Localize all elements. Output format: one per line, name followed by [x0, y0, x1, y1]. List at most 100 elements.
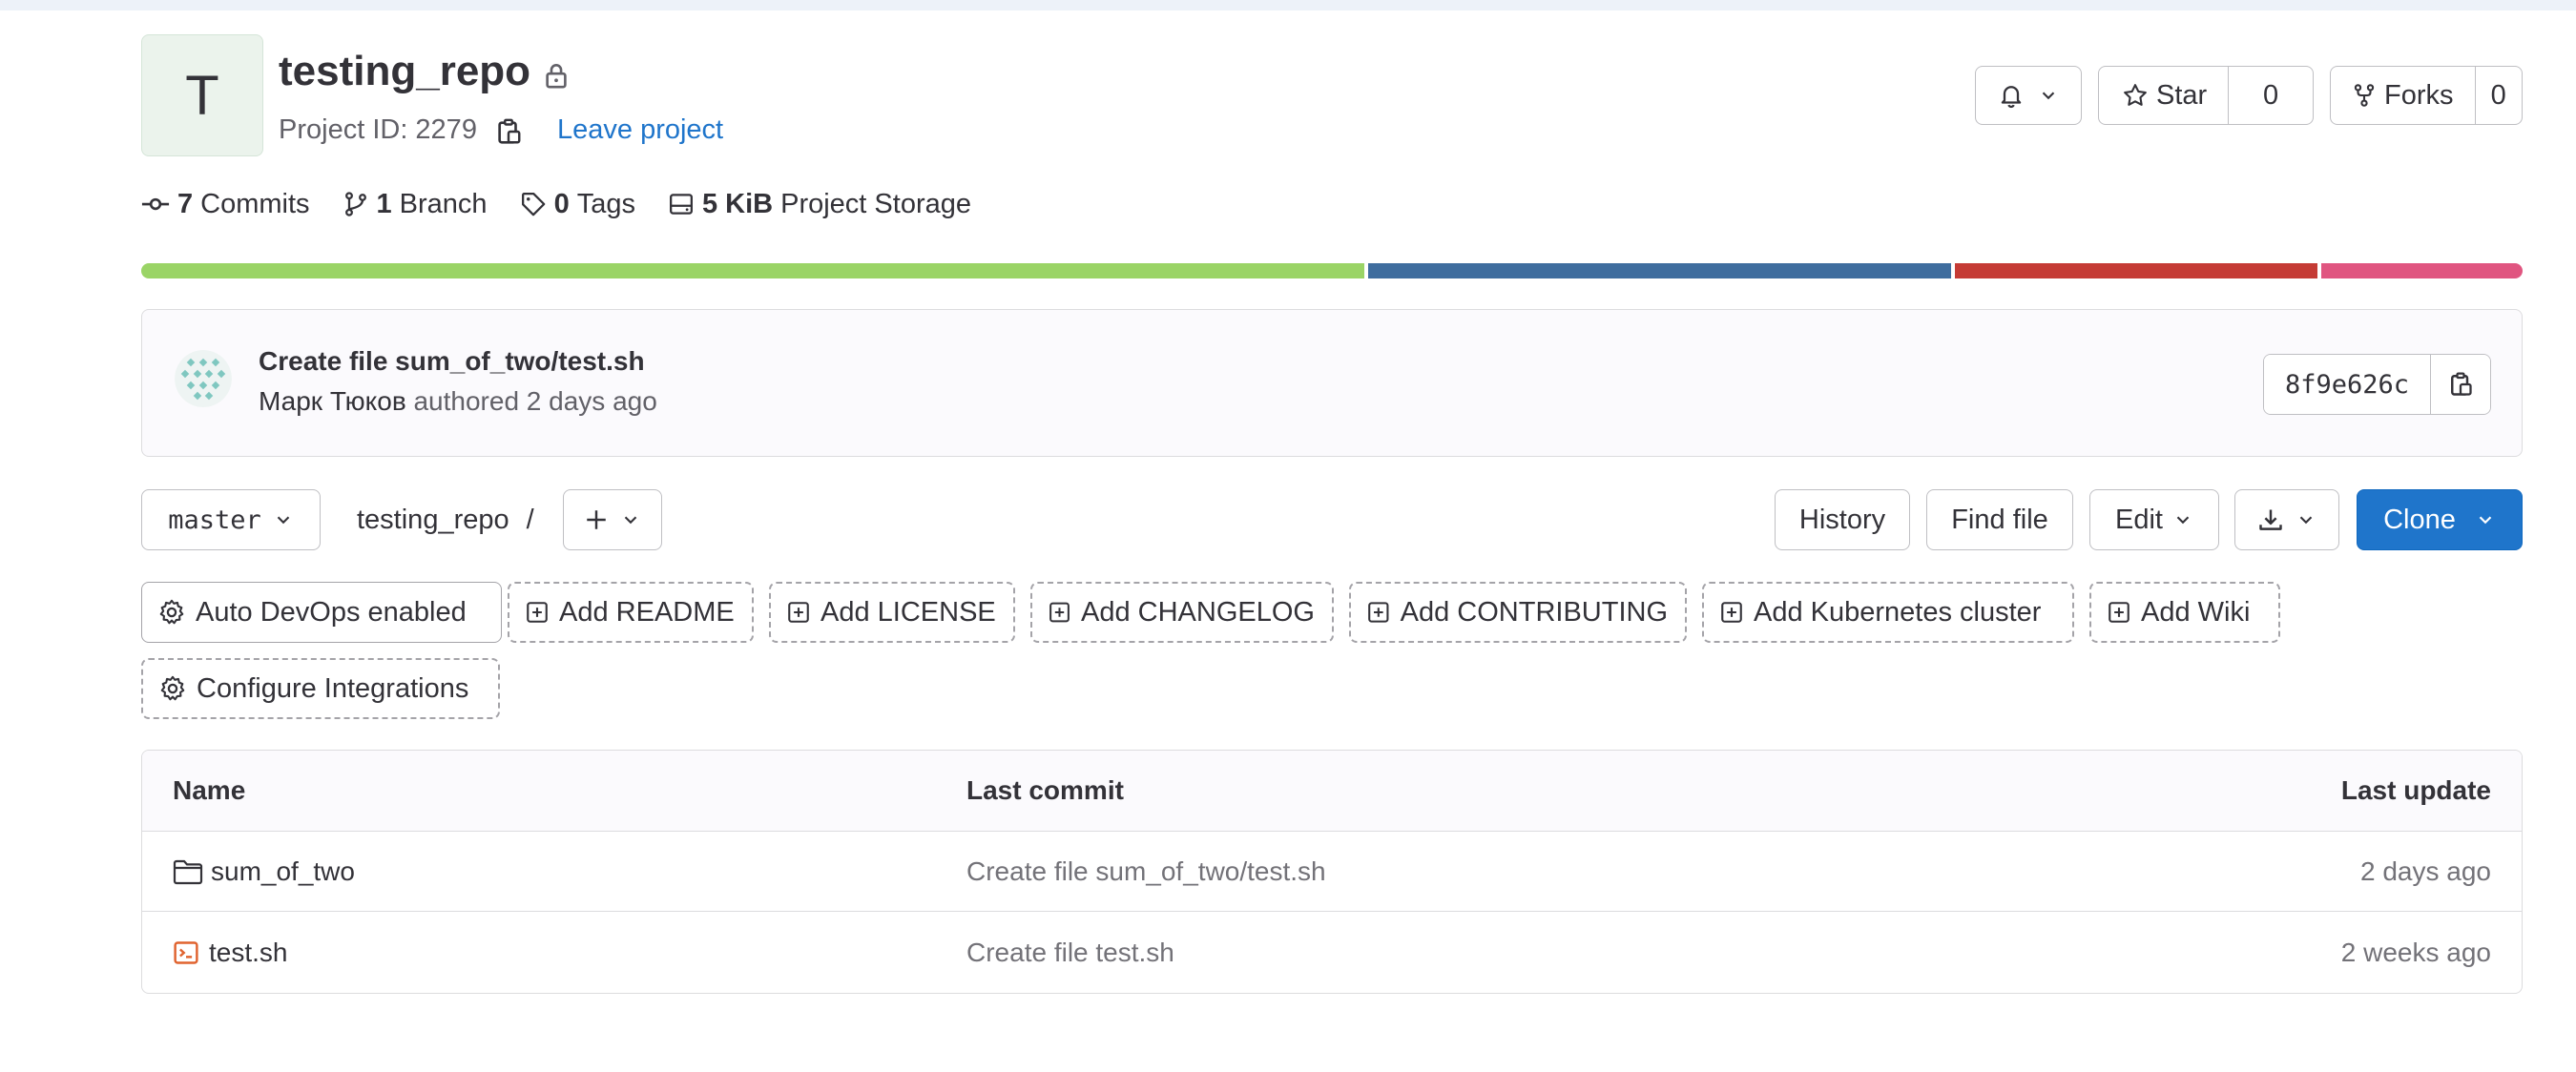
download-icon [2259, 509, 2282, 530]
storage-stat[interactable]: 5 KiB Project Storage [668, 189, 971, 220]
add-contributing-label: Add CONTRIBUTING [1400, 596, 1668, 628]
repository-languages-bar[interactable] [141, 263, 2523, 278]
file-commit-link[interactable]: Create file test.sh [966, 913, 1174, 993]
file-name-link[interactable]: sum_of_two [211, 856, 355, 887]
language-segment[interactable] [1367, 263, 1951, 278]
header-name: Name [173, 775, 246, 805]
table-row[interactable]: test.sh Create file test.sh 2 weeks ago [142, 913, 2522, 993]
breadcrumb-repo-link[interactable]: testing_repo [357, 505, 509, 536]
add-wiki-button[interactable]: Add Wiki [2089, 582, 2280, 643]
branch-selector[interactable]: master [141, 489, 321, 550]
branch-icon [344, 192, 366, 216]
forks-count[interactable]: 0 [2476, 80, 2523, 112]
add-kubernetes-label: Add Kubernetes cluster [1754, 596, 2042, 628]
chevron-down-icon [277, 516, 289, 525]
author-avatar[interactable] [175, 350, 232, 407]
branch-selector-label: master [168, 505, 261, 535]
add-changelog-button[interactable]: Add CHANGELOG [1030, 582, 1334, 643]
header-last-update: Last update [2340, 775, 2491, 805]
branch-count: 1 [376, 188, 392, 219]
bell-icon [2001, 86, 2022, 109]
commit-author-line: Марк Тюков authored 2 days ago [259, 386, 657, 417]
top-strip [0, 0, 2576, 10]
star-label: Star [2156, 79, 2208, 111]
star-button[interactable]: Star [2099, 67, 2230, 124]
commit-message-link[interactable]: Create file sum_of_two/test.sh [259, 346, 645, 377]
language-segment[interactable] [1954, 263, 2317, 278]
file-tree-table: Name Last commit Last update sum_of_two … [141, 750, 2523, 994]
project-title[interactable]: testing_repo [279, 48, 530, 95]
notifications-dropdown[interactable] [1975, 66, 2082, 125]
add-kubernetes-button[interactable]: Add Kubernetes cluster [1702, 582, 2074, 643]
chevron-down-icon [2299, 516, 2313, 525]
plus-square-icon [1049, 602, 1070, 623]
file-name-link[interactable]: test.sh [209, 938, 287, 968]
fork-icon [2354, 84, 2375, 107]
table-row[interactable]: sum_of_two Create file sum_of_two/test.s… [142, 832, 2522, 912]
configure-integrations-button[interactable]: Configure Integrations [141, 658, 500, 719]
download-dropdown[interactable] [2234, 489, 2339, 550]
plus-icon [587, 510, 606, 529]
file-updated: 2 days ago [2360, 856, 2491, 886]
tags-stat[interactable]: 0 Tags [520, 189, 635, 220]
branch-stat[interactable]: 1 Branch [343, 189, 488, 220]
folder-icon [173, 859, 203, 884]
copy-icon [2451, 372, 2472, 396]
plus-square-icon [2109, 602, 2129, 623]
find-file-button[interactable]: Find file [1926, 489, 2073, 550]
add-license-button[interactable]: Add LICENSE [769, 582, 1015, 643]
storage-label: Project Storage [780, 188, 971, 219]
header-last-commit: Last commit [966, 775, 1124, 805]
commits-stat[interactable]: 7 Commits [141, 189, 310, 220]
file-name-cell: sum_of_two [173, 832, 355, 911]
file-commit-link[interactable]: Create file sum_of_two/test.sh [966, 832, 1326, 911]
copy-id-icon[interactable] [494, 116, 523, 147]
project-header: T testing_repo Project ID: 2279 Leave pr… [141, 34, 2523, 156]
copy-sha-button[interactable] [2431, 355, 2490, 414]
add-wiki-label: Add Wiki [2141, 596, 2251, 628]
chevron-down-icon [2042, 92, 2055, 100]
table-header: Name Last commit Last update [142, 751, 2522, 832]
history-button[interactable]: History [1775, 489, 1910, 550]
chevron-down-icon [2479, 516, 2492, 525]
add-contributing-button[interactable]: Add CONTRIBUTING [1349, 582, 1687, 643]
storage-size: 5 KiB [701, 188, 774, 219]
breadcrumb: testing_repo / [357, 489, 534, 550]
file-updated: 2 weeks ago [2340, 938, 2491, 967]
language-segment[interactable] [141, 263, 1364, 278]
lock-icon [546, 64, 567, 89]
clone-dropdown[interactable]: Clone [2357, 489, 2523, 550]
chevron-down-icon [2176, 516, 2190, 525]
plus-square-icon [788, 602, 809, 623]
chevron-down-icon [624, 516, 637, 525]
auto-devops-label: Auto DevOps enabled [196, 596, 467, 628]
project-avatar[interactable]: T [141, 34, 263, 156]
star-count[interactable]: 0 [2229, 80, 2313, 112]
forks-button[interactable]: Forks [2331, 67, 2476, 124]
commits-count: 7 [177, 188, 194, 219]
terminal-file-icon [174, 941, 198, 964]
forks-button-group: Forks 0 [2330, 66, 2523, 125]
language-segment[interactable] [2320, 263, 2523, 278]
commit-sha[interactable]: 8f9e626c [2263, 355, 2431, 414]
configure-integrations-label: Configure Integrations [197, 672, 469, 704]
edit-dropdown[interactable]: Edit [2089, 489, 2219, 550]
project-id: Project ID: 2279 [279, 114, 477, 145]
auto-devops-button[interactable]: Auto DevOps enabled [141, 582, 502, 643]
commit-author-link[interactable]: Марк Тюков [259, 386, 406, 416]
edit-label: Edit [2115, 504, 2163, 535]
leave-project-link[interactable]: Leave project [557, 114, 723, 146]
clone-label: Clone [2383, 504, 2456, 535]
gear-icon [159, 599, 184, 625]
last-commit-panel: Create file sum_of_two/test.sh Марк Тюко… [141, 309, 2523, 457]
commit-icon [141, 197, 170, 211]
avatar-letter: T [185, 64, 219, 127]
commits-label: Commits [200, 188, 310, 219]
project-stats: 7 Commits 1 Branch 0 Tags 5 KiB Project Stor… [141, 181, 1004, 227]
tags-count: 0 [553, 188, 570, 219]
add-to-tree-dropdown[interactable] [563, 489, 662, 550]
breadcrumb-separator: / [526, 504, 534, 535]
add-readme-button[interactable]: Add README [508, 582, 754, 643]
add-readme-label: Add README [559, 596, 735, 628]
add-changelog-label: Add CHANGELOG [1081, 596, 1315, 628]
